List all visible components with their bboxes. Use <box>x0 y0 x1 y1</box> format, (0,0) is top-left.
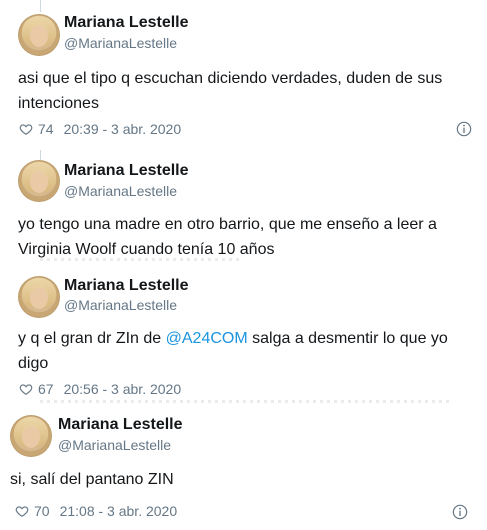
tweet-text-line: digo <box>18 355 49 372</box>
tweet-card[interactable]: Mariana Lestelle @MarianaLestelle asi qu… <box>0 0 487 150</box>
info-icon[interactable] <box>456 121 472 137</box>
tweet-text: yo tengo una madre en otro barrio, que m… <box>18 212 473 262</box>
tweet-text-line: y q el gran dr ZIn de @A24COM salga a de… <box>18 326 473 351</box>
heart-icon[interactable] <box>14 504 30 518</box>
tweet-meta: 70 21:08 - 3 abr. 2020 <box>14 503 177 519</box>
tweet-card[interactable]: Mariana Lestelle @MarianaLestelle si, sa… <box>0 404 487 530</box>
info-icon[interactable] <box>452 504 468 520</box>
like-count[interactable]: 74 <box>38 121 54 137</box>
faded-divider <box>40 400 450 403</box>
mention-link[interactable]: @A24COM <box>166 330 248 347</box>
tweet-card[interactable]: Mariana Lestelle @MarianaLestelle y q el… <box>0 268 487 403</box>
avatar[interactable] <box>18 276 60 318</box>
tweet-text-line: intenciones <box>18 95 99 112</box>
author-handle[interactable]: @MarianaLestelle <box>64 297 177 313</box>
author-handle[interactable]: @MarianaLestelle <box>64 183 177 199</box>
thread-line <box>40 0 41 12</box>
author-name[interactable]: Mariana Lestelle <box>64 162 189 180</box>
author-name[interactable]: Mariana Lestelle <box>64 14 189 32</box>
tweet-meta: 67 20:56 - 3 abr. 2020 <box>18 381 181 397</box>
author-name[interactable]: Mariana Lestelle <box>58 416 183 434</box>
tweet-text-line: si, salí del pantano ZIN <box>10 471 174 488</box>
tweet-text: si, salí del pantano ZIN <box>10 467 470 492</box>
like-count[interactable]: 70 <box>34 503 50 519</box>
author-handle[interactable]: @MarianaLestelle <box>64 35 177 51</box>
tweet-text-line: asi que el tipo q escuchan diciendo verd… <box>18 70 443 87</box>
tweet-text: asi que el tipo q escuchan diciendo verd… <box>18 66 473 116</box>
tweet-timestamp[interactable]: 20:39 - 3 abr. 2020 <box>64 121 182 137</box>
tweet-meta: 74 20:39 - 3 abr. 2020 <box>18 121 181 137</box>
tweet-text-line: yo tengo una madre en otro barrio, que m… <box>18 216 437 233</box>
heart-icon[interactable] <box>18 122 34 136</box>
tweet-timestamp[interactable]: 21:08 - 3 abr. 2020 <box>60 503 178 519</box>
author-name[interactable]: Mariana Lestelle <box>64 277 189 295</box>
author-handle[interactable]: @MarianaLestelle <box>58 437 171 453</box>
avatar[interactable] <box>18 160 60 202</box>
avatar[interactable] <box>18 14 60 56</box>
tweet-timestamp[interactable]: 20:56 - 3 abr. 2020 <box>64 381 182 397</box>
tweet-text-segment: y q el gran dr ZIn de <box>18 330 166 347</box>
tweet-card[interactable]: Mariana Lestelle @MarianaLestelle yo ten… <box>0 150 487 268</box>
tweet-text-segment: salga a desmentir lo que yo <box>247 330 448 347</box>
avatar[interactable] <box>10 415 52 457</box>
thread-line <box>40 150 41 160</box>
heart-icon[interactable] <box>18 382 34 396</box>
faded-divider <box>40 258 240 261</box>
like-count[interactable]: 67 <box>38 381 54 397</box>
tweet-text: y q el gran dr ZIn de @A24COM salga a de… <box>18 326 473 376</box>
